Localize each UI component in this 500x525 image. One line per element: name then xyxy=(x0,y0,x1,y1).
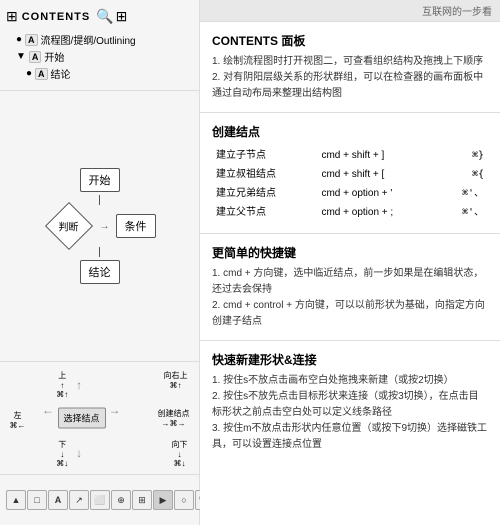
expand-icon: ▼ xyxy=(16,51,26,62)
tree-label-conclusion: 结论 xyxy=(51,66,71,81)
tree-item-conclusion[interactable]: ● A 结论 xyxy=(6,65,193,82)
grid-icon[interactable]: ⊞ xyxy=(116,8,128,25)
toolbar-select-btn[interactable]: ▲ xyxy=(6,490,26,510)
nav-top: 上 ↑⌘↑ xyxy=(56,370,68,399)
shortcut-symbol-1: ⌘} xyxy=(444,147,486,164)
shortcut-row-3: 建立兄弟结点 cmd + option + ' ⌘'、 xyxy=(214,185,486,202)
contents-header: ⊞ CONTENTS 🔍 ⊞ xyxy=(6,8,193,25)
shortcut-action-4: 建立父节点 xyxy=(214,204,317,221)
shortcut-table: 建立子节点 cmd + shift + ] ⌘} 建立叔祖结点 cmd + sh… xyxy=(212,145,488,223)
search-icon[interactable]: 🔍 xyxy=(96,8,113,25)
shortcut-keys-3: cmd + option + ' xyxy=(319,185,441,202)
section2-title: 创建结点 xyxy=(212,123,488,140)
section1-text: 1. 绘制流程图时打开视图二，可查看组织结构及拖拽上下顺序 2. 对有阴阳层级关… xyxy=(212,54,488,102)
shortcut-action-2: 建立叔祖结点 xyxy=(214,166,317,183)
create-node-kbd: →⌘→ xyxy=(158,419,190,428)
banner-text: 互联网的一步看 xyxy=(422,7,492,18)
toolbar-grid-btn[interactable]: ⊞ xyxy=(132,490,152,510)
arrow-up-icon: ↑ xyxy=(76,378,82,392)
contents-section: ⊞ CONTENTS 🔍 ⊞ ● A 流程图/提纲/Outlining ▼ A … xyxy=(0,0,199,91)
right-section-create: 创建结点 建立子节点 cmd + shift + ] ⌘} 建立叔祖结点 cmd… xyxy=(200,113,500,234)
shortcut-symbol-4: ⌘'、 xyxy=(444,204,486,221)
nav-topright-kbd: ⌘↑ xyxy=(164,381,188,390)
section3-title: 更简单的快捷键 xyxy=(212,244,488,261)
top-banner: 互联网的一步看 xyxy=(200,0,500,22)
toolbar-rect-btn[interactable]: □ xyxy=(27,490,47,510)
shortcut-row-1: 建立子节点 cmd + shift + ] ⌘} xyxy=(214,147,486,164)
left-panel: ⊞ CONTENTS 🔍 ⊞ ● A 流程图/提纲/Outlining ▼ A … xyxy=(0,0,200,525)
nav-center: 选择结点 xyxy=(57,408,105,429)
flowchart: 开始 判断 → 条件 结论 xyxy=(44,168,156,284)
fc-row-judge: 判断 → 条件 xyxy=(44,208,156,244)
nav-bottom-right: 向下 ↓⌘↓ xyxy=(172,439,188,468)
flowchart-section: 开始 判断 → 条件 结论 xyxy=(0,91,199,362)
shortcut-keys-1: cmd + shift + ] xyxy=(319,147,441,164)
right-section-simpler: 更简单的快捷键 1. cmd + 方向键，选中临近结点，前一步如果是在编辑状态，… xyxy=(200,234,500,341)
fc-arrow-right: → xyxy=(100,221,110,232)
shortcut-symbol-2: ⌘{ xyxy=(444,166,486,183)
section4-text: 1. 按住s不放点击画布空白处拖拽来新建（或按2切换） 2. 按住s不放先点击目… xyxy=(212,373,488,453)
section1-title: CONTENTS 面板 xyxy=(212,32,488,49)
nav-left: 左 ⌘← xyxy=(10,410,26,430)
tree-label-start: 开始 xyxy=(44,49,64,64)
nav-bottomright-kbd: ↓⌘↓ xyxy=(172,450,188,468)
right-panel: 互联网的一步看 CONTENTS 面板 1. 绘制流程图时打开视图二，可查看组织… xyxy=(200,0,500,525)
contents-title: CONTENTS xyxy=(22,11,91,23)
bullet-sub-icon: ● xyxy=(26,68,32,79)
right-section-contents: CONTENTS 面板 1. 绘制流程图时打开视图二，可查看组织结构及拖拽上下顺… xyxy=(200,22,500,113)
nav-bottom-kbd: ↓⌘↓ xyxy=(56,450,68,468)
arrow-left-icon: ← xyxy=(42,403,54,417)
toolbar-section: ▲ □ A ↗ ⬜ ⊕ ⊞ ▶ ○ 🔍 ⊕ 1 2 3 xyxy=(0,475,199,525)
toolbar-line-btn[interactable]: ↗ xyxy=(69,490,89,510)
nav-top-label: 上 xyxy=(56,370,68,381)
right-section-quick: 快速新建形状&连接 1. 按住s不放点击画布空白处拖拽来新建（或按2切换） 2.… xyxy=(200,341,500,525)
nav-shortcut-section: 选择结点 上 ↑⌘↑ 向右上 ⌘↑ 左 ⌘← xyxy=(0,362,199,475)
nav-topright-label: 向右上 xyxy=(164,370,188,381)
fc-arrow-1 xyxy=(99,195,101,205)
nav-top-kbd: ↑⌘↑ xyxy=(56,381,68,399)
section4-title: 快速新建形状&连接 xyxy=(212,351,488,368)
toolbar-shape2-btn[interactable]: ⬜ xyxy=(90,490,110,510)
nav-left-kbd: ⌘← xyxy=(10,421,26,430)
toolbar-play-btn[interactable]: ▶ xyxy=(153,490,173,510)
shortcut-symbol-3: ⌘'、 xyxy=(444,185,486,202)
section3-text: 1. cmd + 方向键，选中临近结点，前一步如果是在编辑状态，还过去会保持 2… xyxy=(212,266,488,330)
fc-node-conclusion: 结论 xyxy=(80,260,120,284)
tree-item-flow[interactable]: ● A 流程图/提纲/Outlining xyxy=(6,31,193,48)
shortcut-row-2: 建立叔祖结点 cmd + shift + [ ⌘{ xyxy=(214,166,486,183)
shortcut-keys-4: cmd + option + ; xyxy=(319,204,441,221)
nav-bottom: 下 ↓⌘↓ xyxy=(56,439,68,468)
fc-diamond-judge: 判断 xyxy=(59,219,79,234)
nav-diagram: 选择结点 上 ↑⌘↑ 向右上 ⌘↑ 左 ⌘← xyxy=(10,368,190,468)
bullet-icon: ● xyxy=(16,34,22,45)
shortcut-row-4: 建立父节点 cmd + option + ; ⌘'、 xyxy=(214,204,486,221)
fc-node-condition: 条件 xyxy=(116,214,156,238)
shortcut-action-3: 建立兄弟结点 xyxy=(214,185,317,202)
toolbar-plus-btn[interactable]: ⊕ xyxy=(111,490,131,510)
tree-label: 流程图/提纲/Outlining xyxy=(41,32,136,47)
nav-right: 创建结点 →⌘→ xyxy=(158,408,190,428)
nav-bottom-label: 下 xyxy=(56,439,68,450)
arrow-right-icon: → xyxy=(109,403,121,417)
shortcut-action-1: 建立子节点 xyxy=(214,147,317,164)
tree-item-start[interactable]: ▼ A 开始 xyxy=(6,48,193,65)
arrow-down-icon: ↓ xyxy=(76,446,82,460)
toolbar-text-btn[interactable]: A xyxy=(48,490,68,510)
header-icons: 🔍 ⊞ xyxy=(96,8,127,25)
toolbar-circle-btn[interactable]: ○ xyxy=(174,490,194,510)
nav-top-right: 向右上 ⌘↑ xyxy=(164,370,188,390)
nav-left-label: 左 xyxy=(10,410,26,421)
create-node-label: 创建结点 xyxy=(158,408,190,419)
nav-bottomright-label: 向下 xyxy=(172,439,188,450)
fc-arrow-2 xyxy=(99,247,101,257)
shortcut-keys-2: cmd + shift + [ xyxy=(319,166,441,183)
fc-node-start: 开始 xyxy=(80,168,120,192)
